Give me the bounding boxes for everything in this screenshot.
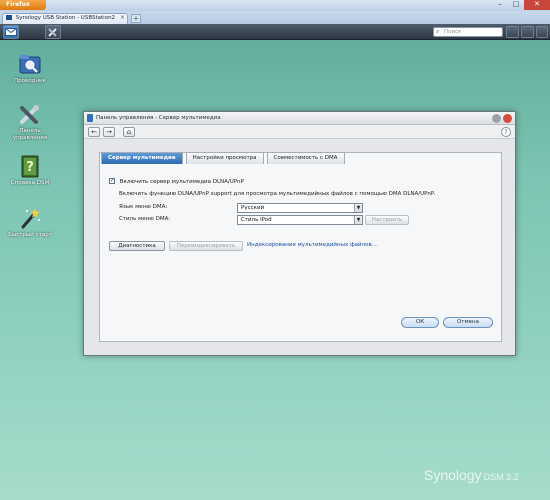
- search-input[interactable]: ⌕ Поиск: [433, 27, 503, 37]
- indexing-link[interactable]: Индексирование мультимедийных файлов...: [247, 242, 377, 248]
- close-icon[interactable]: ✕: [524, 0, 550, 10]
- desktop-icon-label: Быстрый старт: [8, 232, 52, 238]
- brand-product: DSM 3.2: [483, 472, 519, 482]
- window-close-icon[interactable]: [503, 114, 512, 123]
- browser-tab[interactable]: Synology USB Station - USBStation2 ×: [2, 13, 128, 24]
- control-panel-icon: [18, 102, 42, 126]
- window-title: Панель управления - Сервер мультимедиа: [96, 115, 221, 121]
- dma-language-select[interactable]: Русский ▼: [237, 203, 363, 213]
- desktop-icon-control-panel[interactable]: Панель управления: [8, 102, 52, 141]
- tab-browse-settings[interactable]: Настройки просмотра: [185, 152, 264, 164]
- browser-tabbar: Synology USB Station - USBStation2 × +: [0, 11, 550, 24]
- search-placeholder: Поиск: [444, 29, 462, 35]
- customize-button[interactable]: Настроить: [365, 215, 409, 225]
- reindex-button[interactable]: Переиндексировать: [169, 241, 243, 251]
- ok-button[interactable]: ОК: [401, 317, 439, 328]
- brand-name: Synology: [424, 467, 482, 483]
- dlna-description: Включить функцию DLNA/UPnP support для п…: [119, 191, 436, 197]
- settings-tabs: Сервер мультимедиа Настройки просмотра С…: [101, 152, 348, 164]
- window-minimize-icon[interactable]: [492, 114, 501, 123]
- control-panel-app-icon: [87, 114, 93, 122]
- chevron-down-icon: ▼: [354, 216, 362, 224]
- tab-media-server[interactable]: Сервер мультимедиа: [101, 152, 183, 164]
- dsm-help-icon: ?: [18, 154, 42, 178]
- window-navbar: ← → ⌂ ?: [84, 125, 515, 139]
- logout-button[interactable]: [536, 26, 548, 38]
- dma-language-value: Русский: [241, 205, 265, 211]
- quick-start-icon: [18, 206, 42, 230]
- desktop-icon-quick-start[interactable]: Быстрый старт: [8, 206, 52, 239]
- desktop-icon-label: Панель управления: [12, 128, 48, 141]
- dma-style-label: Стиль меню DMA:: [119, 216, 171, 222]
- new-tab-label: +: [132, 14, 140, 23]
- minimize-icon[interactable]: –: [492, 0, 508, 10]
- synology-favicon-icon: [6, 15, 12, 20]
- desktop-icon-file-browser[interactable]: Проводник: [8, 52, 52, 85]
- enable-dlna-label: Включить сервер мультимедиа DLNA/UPnP: [119, 179, 244, 185]
- cancel-button[interactable]: Отмена: [443, 317, 493, 328]
- enable-dlna-checkbox[interactable]: [109, 177, 115, 184]
- home-icon[interactable]: ⌂: [123, 127, 135, 137]
- svg-text:?: ?: [26, 160, 34, 175]
- back-arrow-icon[interactable]: ←: [88, 127, 100, 137]
- firefox-menu-label: Firefox: [6, 1, 30, 8]
- dsm-taskbar: ⌕ Поиск: [0, 24, 550, 40]
- window-titlebar[interactable]: Панель управления - Сервер мультимедиа: [84, 112, 515, 125]
- new-tab-button[interactable]: +: [131, 14, 141, 23]
- taskbar-control-panel-button[interactable]: [45, 25, 61, 39]
- dma-style-select[interactable]: Стиль iPod ▼: [237, 215, 363, 225]
- search-icon: ⌕: [436, 28, 440, 35]
- chevron-down-icon: ▼: [354, 204, 362, 212]
- synology-brand-logo: Synology DSM 3.2: [424, 467, 519, 483]
- browser-tab-title: Synology USB Station - USBStation2: [15, 15, 116, 21]
- enable-dlna-row[interactable]: Включить сервер мультимедиа DLNA/UPnP: [109, 177, 244, 185]
- dma-language-label: Язык меню DMA:: [119, 204, 168, 210]
- envelope-icon: [5, 28, 17, 36]
- desktop-icon-label: Проводник: [14, 78, 46, 84]
- file-browser-icon: [18, 52, 42, 76]
- window-controls: – □ ✕: [492, 0, 550, 10]
- desktop-icon-label: Справка DSM: [10, 180, 50, 186]
- firefox-menu-button[interactable]: Firefox: [0, 0, 46, 10]
- maximize-icon[interactable]: □: [508, 0, 524, 10]
- forward-arrow-icon[interactable]: →: [103, 127, 115, 137]
- browser-titlebar: Firefox – □ ✕: [0, 0, 550, 11]
- desktop-icon-dsm-help[interactable]: ? Справка DSM: [8, 154, 52, 187]
- show-desktop-button[interactable]: [3, 25, 19, 39]
- control-panel-window: Панель управления - Сервер мультимедиа ←…: [83, 111, 516, 356]
- dma-style-value: Стиль iPod: [241, 217, 272, 223]
- tab-dma-compatibility[interactable]: Совместимость с DMA: [266, 152, 345, 164]
- user-menu-button[interactable]: [506, 26, 519, 38]
- diagnostics-button[interactable]: Диагностика: [109, 241, 165, 251]
- tools-icon: [48, 28, 57, 37]
- tab-close-icon[interactable]: ×: [120, 14, 125, 21]
- help-icon[interactable]: ?: [501, 127, 511, 137]
- options-button[interactable]: [521, 26, 534, 38]
